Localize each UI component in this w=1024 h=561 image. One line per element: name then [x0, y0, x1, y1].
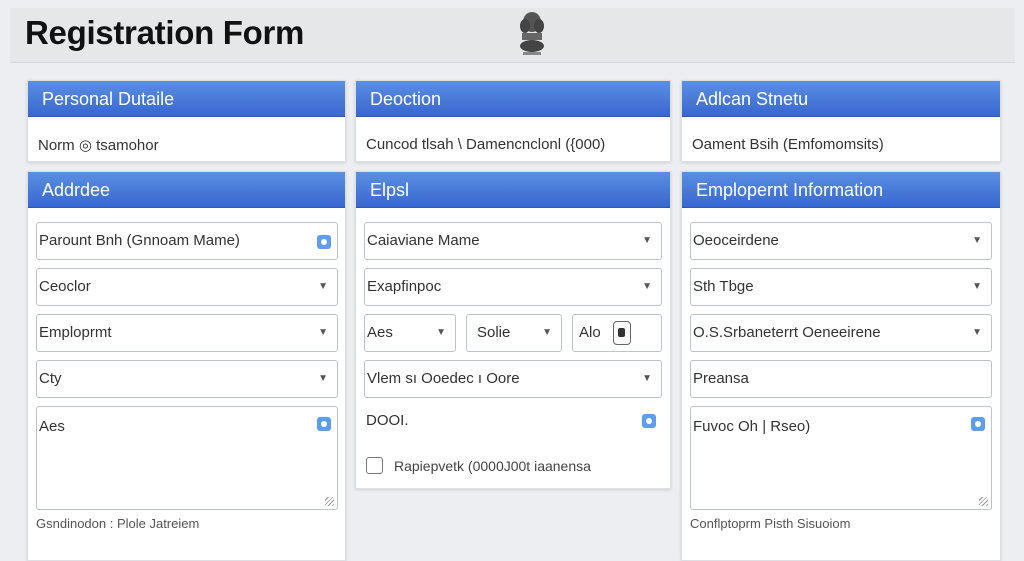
card-header: Deoction [356, 81, 670, 117]
chevron-down-icon: ▼ [436, 327, 446, 338]
field-value: Parount Bnh (Gnnoam Mame) [39, 232, 240, 249]
sth-tbge-select[interactable]: Sth Tbge ▼ [690, 268, 992, 306]
chevron-down-icon: ▼ [642, 235, 652, 246]
solie-select[interactable]: Solie ▼ [466, 314, 562, 352]
city-select[interactable]: Cty ▼ [36, 360, 338, 398]
preview-checkbox[interactable] [366, 457, 383, 474]
field-value: Aes [367, 324, 393, 341]
chevron-down-icon: ▼ [972, 235, 982, 246]
card-header: Personal Dutaile [28, 81, 345, 117]
device-icon[interactable] [613, 321, 631, 345]
field-value: DOOI. [366, 412, 409, 429]
field-value: Ceoclor [39, 278, 91, 295]
address-card: Addrdee Parount Bnh (Gnnoam Mame) Ceoclo… [27, 171, 346, 561]
oeoceirdene-select[interactable]: Oeoceirdene ▼ [690, 222, 992, 260]
resize-handle-icon[interactable] [979, 497, 988, 506]
field-value: Fuvoc Oh | Rseo) [693, 418, 811, 435]
field-value: Preansa [693, 370, 749, 387]
field-value: Vlem sı Ooedec ı Oore [367, 370, 520, 387]
chevron-down-icon: ▼ [642, 373, 652, 384]
alo-field[interactable]: Alo [572, 314, 662, 352]
status-card: Adlcan Stnetu Oament Bsih (Emfomomsits) [681, 80, 1001, 162]
card-header: Adlcan Stnetu [682, 81, 1000, 117]
ceoclor-select[interactable]: Ceoclor ▼ [36, 268, 338, 306]
field-value: Solie [477, 324, 511, 341]
card-header: Addrdee [28, 172, 345, 208]
order-select[interactable]: Vlem sı Ooedec ı Oore ▼ [364, 360, 662, 398]
chevron-down-icon: ▼ [972, 281, 982, 292]
helper-text: Gsndinodon : Plole Jatreiem [36, 516, 200, 531]
field-value: Caiaviane Mame [367, 232, 480, 249]
chevron-down-icon: ▼ [972, 327, 982, 338]
chevron-down-icon: ▼ [318, 281, 328, 292]
card-header: Emplopernt Information [682, 172, 1000, 208]
field-value: Alo [579, 324, 601, 341]
field-value: Oeoceirdene [693, 232, 779, 249]
helper-text: Conflptoprm Pisth Sisuoiom [690, 516, 851, 531]
aes-select[interactable]: Aes ▼ [364, 314, 456, 352]
employment-textarea[interactable]: Fuvoc Oh | Rseo) [690, 406, 992, 510]
chevron-down-icon: ▼ [642, 281, 652, 292]
parent-birth-field[interactable]: Parount Bnh (Gnnoam Mame) [36, 222, 338, 260]
field-value: Aes [39, 418, 65, 435]
status-value: Oament Bsih (Emfomomsits) [692, 136, 884, 153]
field-info-icon[interactable] [317, 417, 331, 431]
personal-details-card: Personal Dutaile Norm ◎ tsamohor [27, 80, 346, 162]
field-info-icon[interactable] [317, 235, 331, 249]
deoction-value: Cuncod tlsah \ Damencnclonl ({000) [366, 136, 606, 153]
field-value: Sth Tbge [693, 278, 754, 295]
field-value: Exapfinpoc [367, 278, 442, 295]
address-textarea[interactable]: Aes [36, 406, 338, 510]
chevron-down-icon: ▼ [318, 373, 328, 384]
preansa-field[interactable]: Preansa [690, 360, 992, 398]
chevron-down-icon: ▼ [318, 327, 328, 338]
employment-card: Emplopernt Information Oeoceirdene ▼ Sth… [681, 171, 1001, 561]
page-title: Registration Form [25, 14, 305, 51]
field-info-icon[interactable] [971, 417, 985, 431]
field-value: Emploprmt [39, 324, 112, 341]
employment-select[interactable]: Emploprmt ▼ [36, 314, 338, 352]
field-value: O.S.Srbaneterrt Oeneeirene [693, 324, 881, 341]
field-value: Cty [39, 370, 62, 387]
top-bar: Registration Form [10, 8, 1015, 63]
chevron-down-icon: ▼ [542, 327, 552, 338]
caiaviane-name-select[interactable]: Caiaviane Mame ▼ [364, 222, 662, 260]
exapfinpoc-select[interactable]: Exapfinpoc ▼ [364, 268, 662, 306]
dool-field[interactable]: DOOI. [364, 406, 662, 442]
field-info-icon[interactable] [642, 414, 656, 428]
elps-card: Elpsl Caiaviane Mame ▼ Exapfinpoc ▼ Aes … [355, 171, 671, 489]
deoction-card: Deoction Cuncod tlsah \ Damencnclonl ({0… [355, 80, 671, 162]
card-header: Elpsl [356, 172, 670, 208]
resize-handle-icon[interactable] [325, 497, 334, 506]
srbaneterrt-select[interactable]: O.S.Srbaneterrt Oeneeirene ▼ [690, 314, 992, 352]
checkbox-label: Rapiepvetk (0000J00t iaanensa [394, 458, 591, 474]
national-emblem-icon [520, 12, 544, 55]
name-value: Norm ◎ tsamohor [38, 137, 159, 154]
